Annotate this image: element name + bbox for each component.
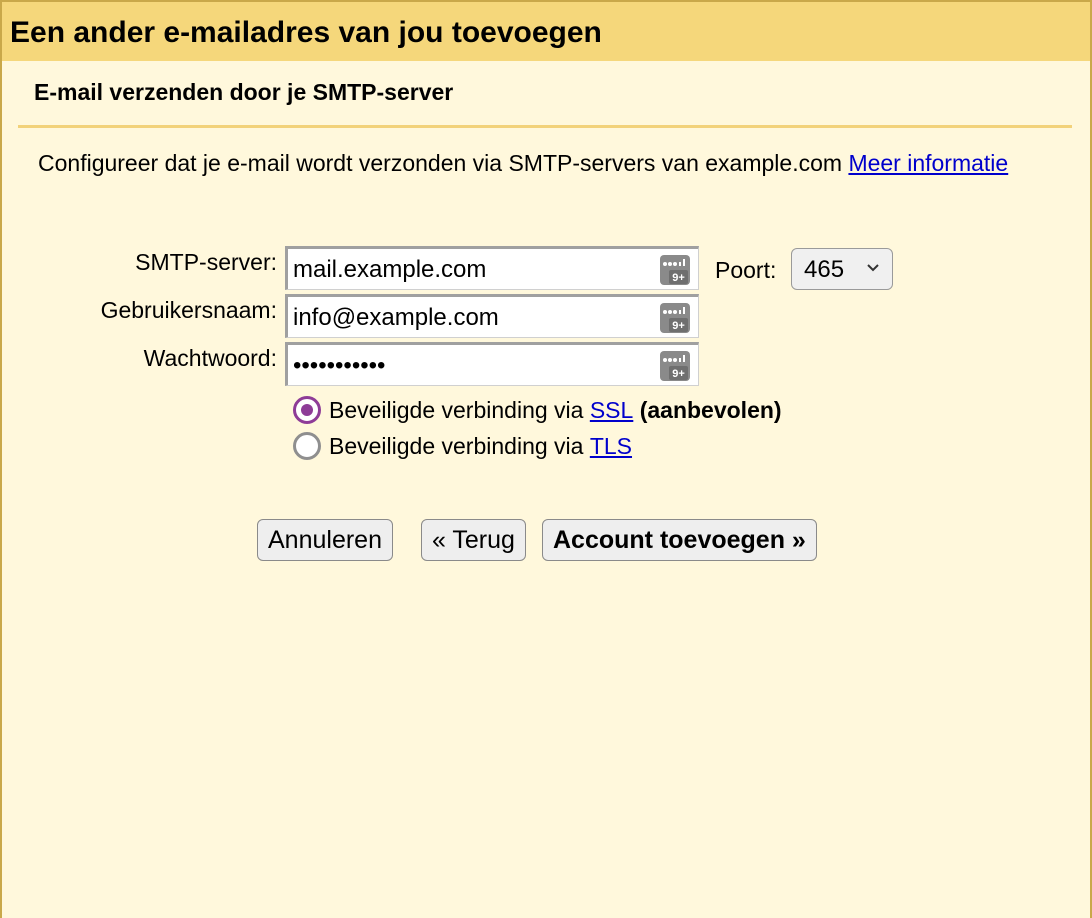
password-manager-icon[interactable]: 9+ <box>660 303 690 333</box>
password-manager-icon[interactable]: 9+ <box>660 351 690 381</box>
smtp-server-input[interactable]: mail.example.com 9+ <box>285 246 699 290</box>
title-bar: Een ander e-mailadres van jou toevoegen <box>2 0 1090 61</box>
port-select[interactable]: 465 <box>791 248 893 290</box>
password-label: Wachtwoord: <box>143 345 277 371</box>
ssl-recommended: (aanbevolen) <box>639 396 782 423</box>
tls-link[interactable]: TLS <box>590 433 632 460</box>
svg-text:9+: 9+ <box>672 368 685 380</box>
add-account-button[interactable]: Account toevoegen » <box>542 519 817 561</box>
port-value: 465 <box>804 256 845 283</box>
section-header: E-mail verzenden door je SMTP-server <box>18 61 1072 128</box>
password-manager-icon[interactable]: 9+ <box>660 255 690 285</box>
ssl-option-text: Beveiligde verbinding via <box>329 396 590 423</box>
more-info-link[interactable]: Meer informatie <box>848 150 1008 176</box>
username-label: Gebruikersnaam: <box>100 297 277 323</box>
tls-option[interactable]: Beveiligde verbinding via TLS <box>293 432 632 460</box>
chevron-down-icon <box>867 264 879 272</box>
password-input[interactable]: ••••••••••• 9+ <box>285 342 699 386</box>
section-title: E-mail verzenden door je SMTP-server <box>34 79 454 105</box>
dialog-title: Een ander e-mailadres van jou toevoegen <box>10 16 602 49</box>
username-value: info@example.com <box>293 304 499 331</box>
cancel-button[interactable]: Annuleren <box>257 519 393 561</box>
username-input[interactable]: info@example.com 9+ <box>285 294 699 338</box>
svg-text:9+: 9+ <box>672 320 685 332</box>
smtp-server-value: mail.example.com <box>293 256 487 283</box>
ssl-radio[interactable] <box>293 396 321 424</box>
back-button[interactable]: « Terug <box>421 519 526 561</box>
tls-radio[interactable] <box>293 432 321 460</box>
ssl-link[interactable]: SSL <box>590 397 633 424</box>
port-label: Poort: <box>715 257 777 283</box>
smtp-server-label: SMTP-server: <box>135 249 277 275</box>
svg-text:9+: 9+ <box>672 272 685 284</box>
tls-option-text: Beveiligde verbinding via <box>329 432 590 459</box>
password-value: ••••••••••• <box>293 352 386 379</box>
intro-paragraph: Configureer dat je e-mail wordt verzonde… <box>38 148 1038 179</box>
add-email-dialog: Een ander e-mailadres van jou toevoegen … <box>0 0 1092 918</box>
ssl-option[interactable]: Beveiligde verbinding via SSL (aanbevole… <box>293 396 782 424</box>
intro-text: Configureer dat je e-mail wordt verzonde… <box>38 150 849 176</box>
